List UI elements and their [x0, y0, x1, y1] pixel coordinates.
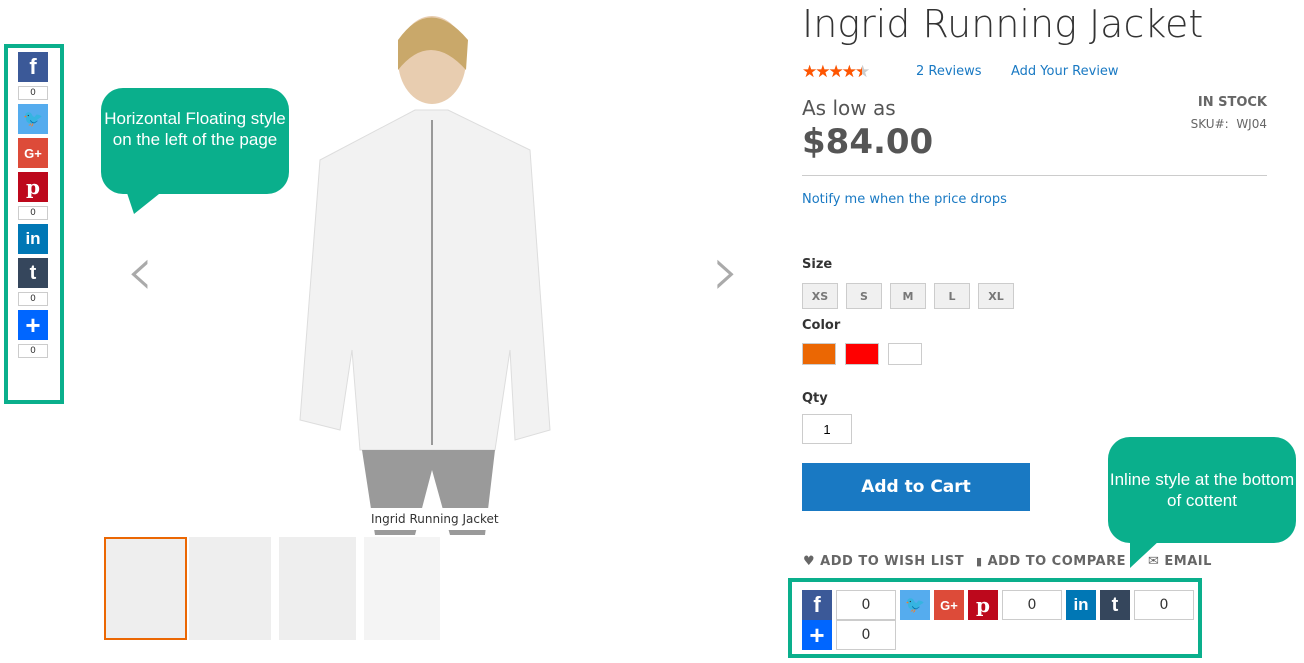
callout-pointer — [126, 190, 164, 214]
size-xl[interactable]: XL — [978, 283, 1014, 309]
image-caption: Ingrid Running Jacket — [365, 508, 505, 530]
thumbnail-4[interactable] — [364, 537, 440, 640]
reviews-link[interactable]: 2 Reviews — [916, 64, 982, 79]
addthis-count: 0 — [18, 344, 48, 358]
wishlist-label: ADD TO WISH LIST — [820, 554, 965, 569]
size-m[interactable]: M — [890, 283, 926, 309]
divider — [802, 175, 1267, 176]
sku-label: SKU#: — [1190, 117, 1229, 131]
rating-stars: ★★★★★★★★★★ — [802, 62, 870, 82]
product-image — [280, 0, 570, 535]
thumbnail-1[interactable] — [104, 537, 187, 640]
thumbnail-3[interactable] — [279, 537, 356, 640]
price-label: As low as — [802, 96, 896, 120]
addthis-plus-icon[interactable]: + — [18, 310, 48, 340]
add-to-cart-button[interactable]: Add to Cart — [802, 463, 1030, 511]
callout-right-text: Inline style at the bottom of cottent — [1109, 470, 1295, 510]
google-plus-icon[interactable]: G+ — [934, 590, 964, 620]
envelope-icon: ✉ — [1148, 554, 1160, 569]
pinterest-count: 0 — [1002, 590, 1062, 620]
add-to-compare-link[interactable]: ▮ ADD TO COMPARE — [976, 554, 1126, 569]
thumbnail-2[interactable] — [189, 537, 271, 640]
callout-right: Inline style at the bottom of cottent — [1108, 437, 1296, 543]
product-title: Ingrid Running Jacket — [802, 2, 1204, 46]
pinterest-icon[interactable]: p — [968, 590, 998, 620]
heart-icon: ♥ — [803, 554, 816, 569]
sku: SKU#: WJ04 — [1191, 117, 1267, 131]
tumblr-count: 0 — [1134, 590, 1194, 620]
tumblr-count: 0 — [18, 292, 48, 306]
twitter-icon[interactable]: 🐦 — [900, 590, 930, 620]
email-link[interactable]: ✉ EMAIL — [1148, 554, 1212, 569]
color-red[interactable] — [845, 343, 879, 365]
google-plus-icon[interactable]: G+ — [18, 138, 48, 168]
callout-left-text: Horizontal Floating style on the left of… — [104, 109, 286, 149]
facebook-icon[interactable]: f — [802, 590, 832, 620]
price: $84.00 — [802, 122, 934, 162]
size-options: XS S M L XL — [802, 283, 1022, 309]
color-options — [802, 343, 931, 365]
pinterest-icon[interactable]: p — [18, 172, 48, 202]
callout-left: Horizontal Floating style on the left of… — [101, 88, 289, 194]
addthis-plus-icon[interactable]: + — [802, 620, 832, 650]
add-to-wishlist-link[interactable]: ♥ ADD TO WISH LIST — [803, 554, 964, 569]
bar-chart-icon: ▮ — [976, 555, 983, 568]
inline-share-bar: f 0 🐦 G+ p 0 in t 0 + 0 — [788, 578, 1202, 658]
color-white[interactable] — [888, 343, 922, 365]
gallery-prev-arrow[interactable]: ‹ — [126, 230, 154, 312]
tumblr-icon[interactable]: t — [18, 258, 48, 288]
twitter-icon[interactable]: 🐦 — [18, 104, 48, 134]
sku-value: WJ04 — [1236, 117, 1267, 131]
facebook-count: 0 — [836, 590, 896, 620]
linkedin-icon[interactable]: in — [18, 224, 48, 254]
email-label: EMAIL — [1164, 554, 1212, 569]
qty-input[interactable] — [802, 414, 852, 444]
size-s[interactable]: S — [846, 283, 882, 309]
size-label: Size — [802, 257, 833, 272]
facebook-count: 0 — [18, 86, 48, 100]
tumblr-icon[interactable]: t — [1100, 590, 1130, 620]
facebook-icon[interactable]: f — [18, 52, 48, 82]
color-orange[interactable] — [802, 343, 836, 365]
addthis-count: 0 — [836, 620, 896, 650]
compare-label: ADD TO COMPARE — [987, 554, 1126, 569]
gallery-next-arrow[interactable]: › — [712, 230, 740, 312]
size-l[interactable]: L — [934, 283, 970, 309]
linkedin-icon[interactable]: in — [1066, 590, 1096, 620]
size-xs[interactable]: XS — [802, 283, 838, 309]
floating-share-bar: f 0 🐦 G+ p 0 in t 0 + 0 — [4, 44, 64, 404]
stock-status: IN STOCK — [1197, 95, 1267, 110]
notify-price-drop-link[interactable]: Notify me when the price drops — [802, 192, 1007, 207]
color-label: Color — [802, 318, 841, 333]
pinterest-count: 0 — [18, 206, 48, 220]
add-review-link[interactable]: Add Your Review — [1011, 64, 1119, 79]
qty-label: Qty — [802, 391, 828, 406]
